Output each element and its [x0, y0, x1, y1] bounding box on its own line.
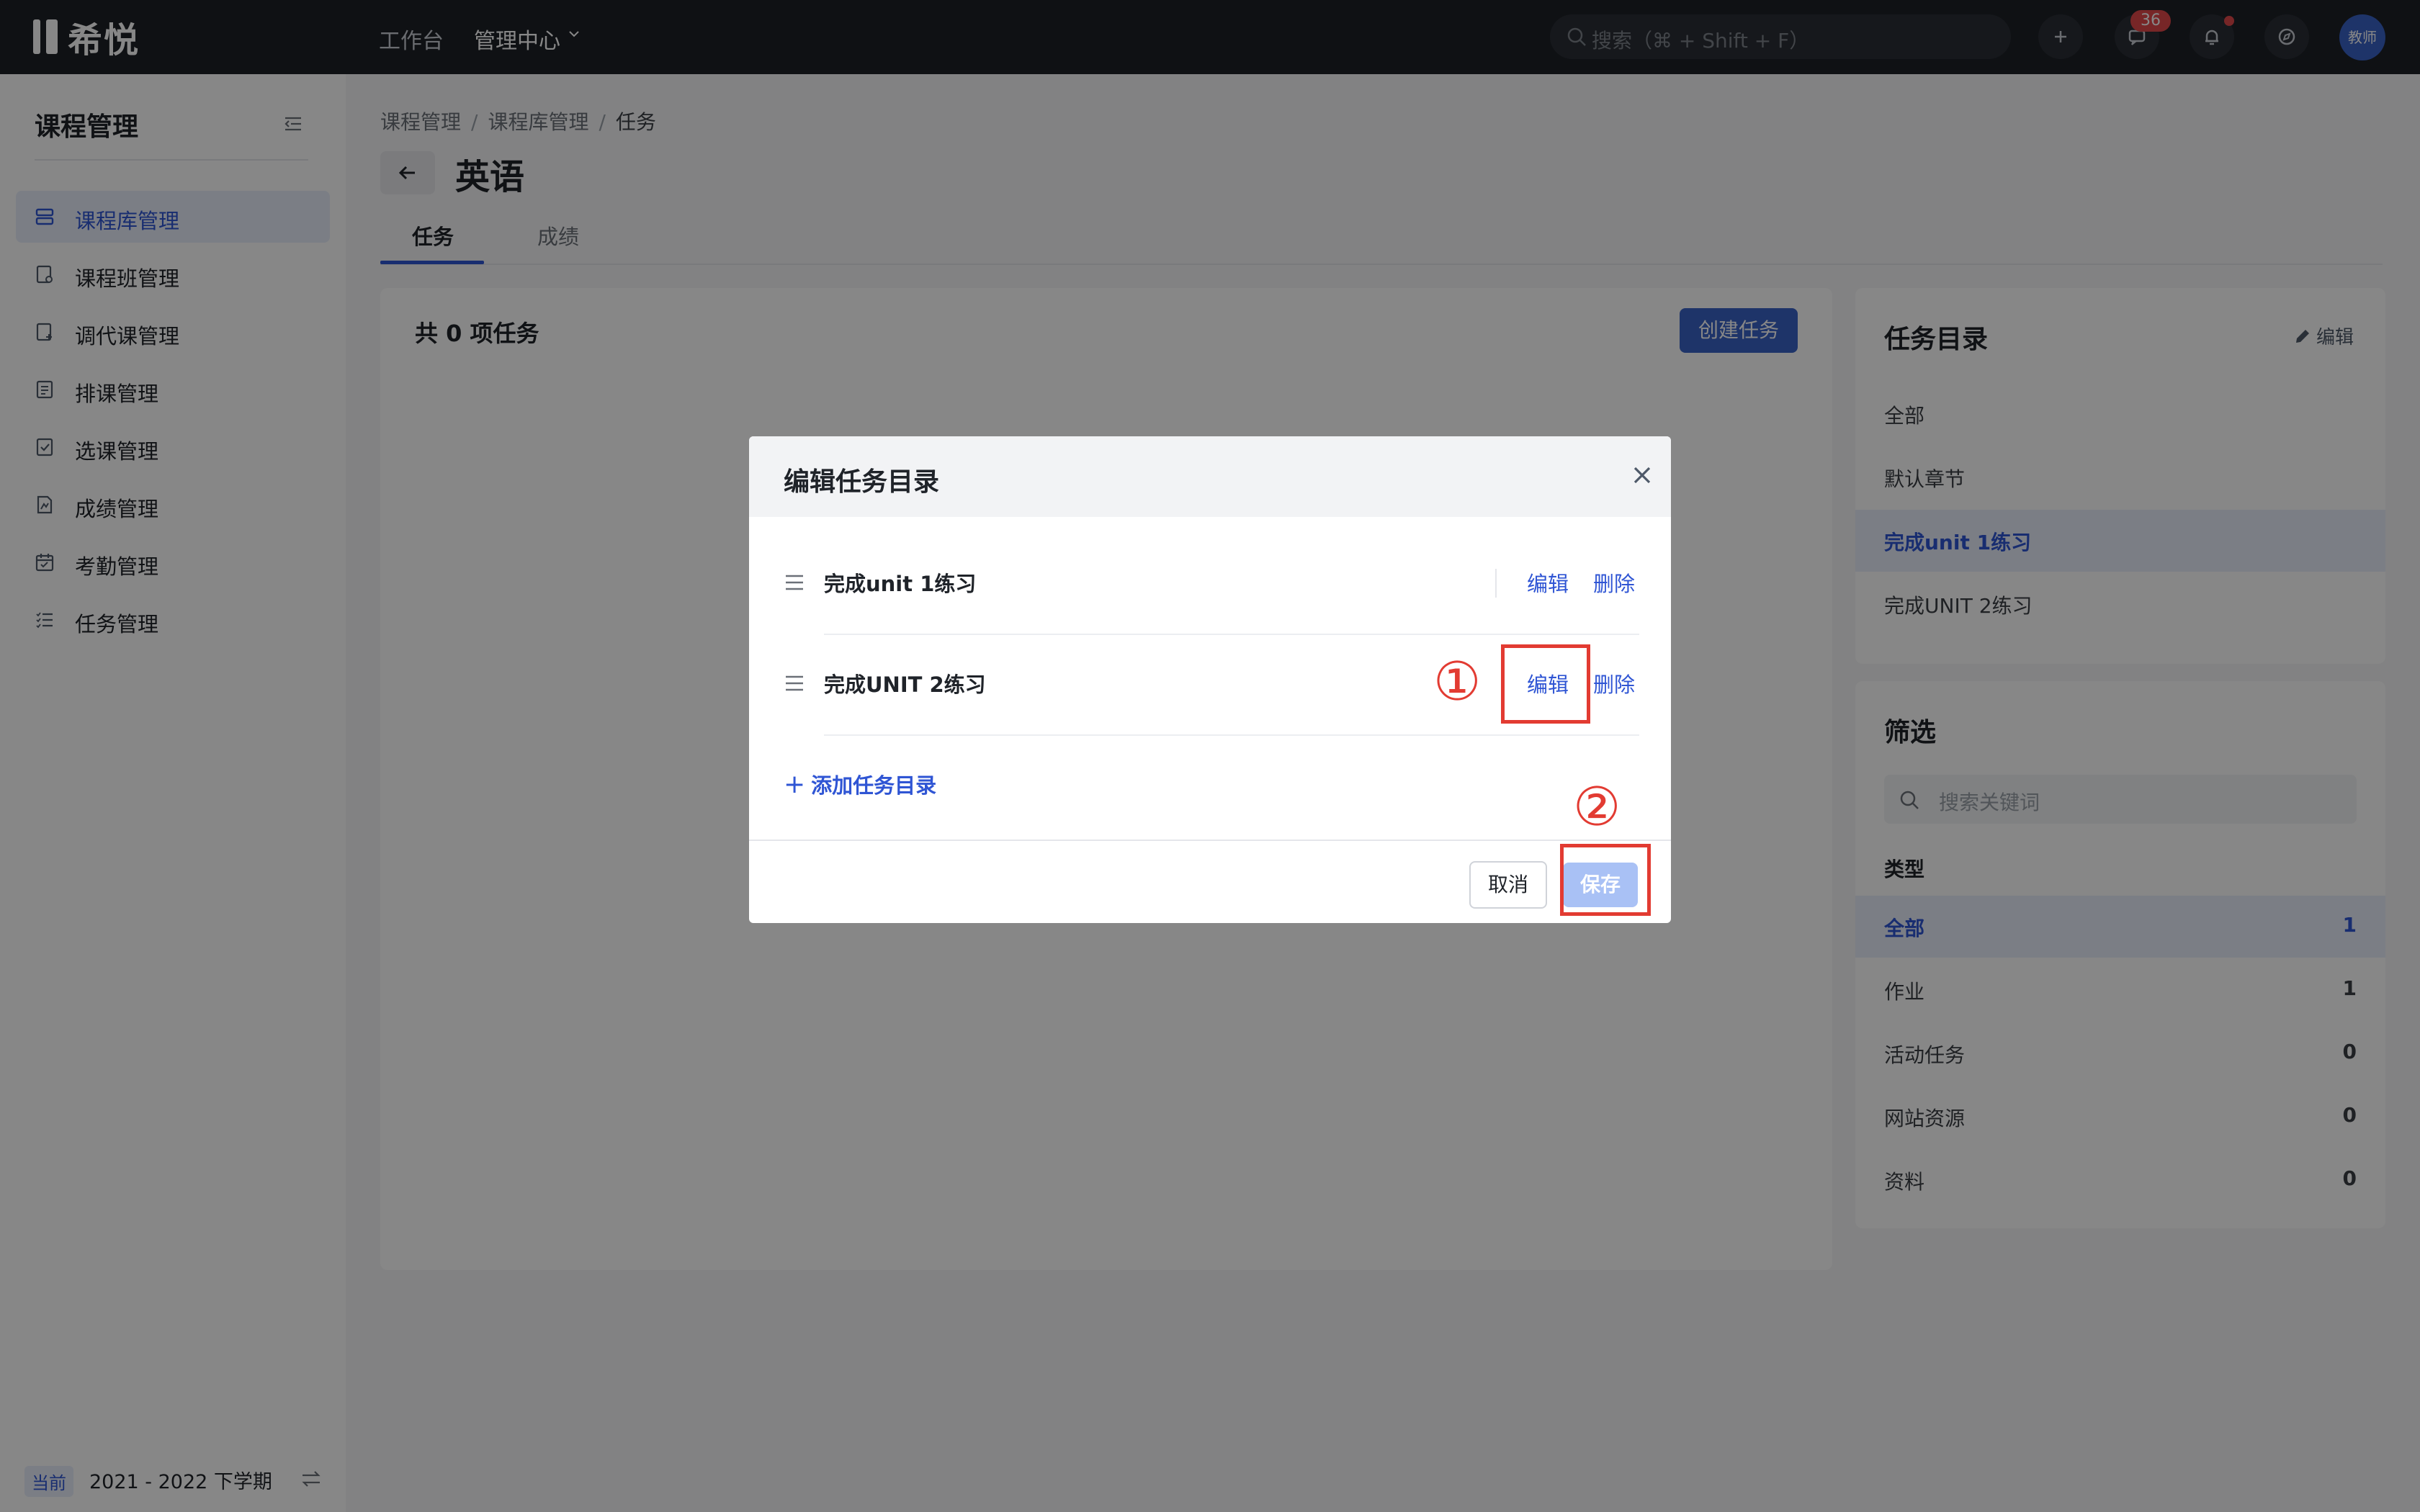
catalog-row: 完成unit 1练习 编辑 删除	[749, 534, 1671, 635]
add-catalog-button[interactable]: + 添加任务目录	[784, 769, 936, 799]
dialog-title: 编辑任务目录	[784, 467, 940, 497]
add-catalog-label: 添加任务目录	[811, 773, 937, 798]
close-icon[interactable]	[1629, 462, 1655, 488]
annotation-box-step2	[1560, 844, 1651, 916]
dialog-header: 编辑任务目录	[749, 436, 1671, 517]
drag-handle-icon[interactable]	[784, 674, 805, 693]
row-delete-button[interactable]: 删除	[1593, 567, 1635, 598]
row-divider	[824, 734, 1639, 736]
annotation-number-step1: ①	[1433, 651, 1482, 713]
cancel-button[interactable]: 取消	[1469, 861, 1547, 909]
annotation-box-step1	[1501, 644, 1590, 724]
row-action-divider	[1495, 569, 1497, 598]
catalog-row-name: 完成UNIT 2练习	[824, 672, 986, 697]
row-edit-button[interactable]: 编辑	[1527, 567, 1569, 598]
drag-handle-icon[interactable]	[784, 573, 805, 592]
dialog-footer-divider	[749, 840, 1671, 841]
catalog-row-name: 完成unit 1练习	[824, 572, 977, 596]
row-delete-button[interactable]: 删除	[1593, 668, 1635, 698]
annotation-number-step2: ②	[1573, 776, 1621, 838]
plus-icon: +	[784, 769, 806, 799]
